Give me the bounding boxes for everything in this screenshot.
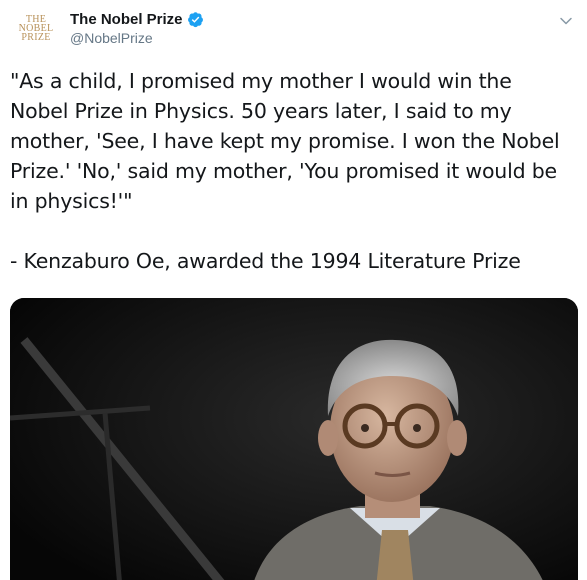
avatar[interactable]: THE NOBEL PRIZE — [14, 10, 58, 46]
display-name[interactable]: The Nobel Prize — [70, 11, 183, 28]
tweet-text: "As a child, I promised my mother I woul… — [10, 69, 560, 273]
photo-portrait — [10, 298, 578, 580]
chevron-down-icon[interactable] — [559, 14, 573, 28]
tweet: THE NOBEL PRIZE The Nobel Prize @NobelPr… — [0, 0, 587, 580]
tweet-header: THE NOBEL PRIZE The Nobel Prize @NobelPr… — [0, 0, 587, 56]
avatar-text-line: PRIZE — [21, 31, 51, 43]
tweet-photo[interactable] — [10, 298, 578, 580]
verified-badge-icon — [187, 11, 203, 27]
account-handle[interactable]: @NobelPrize — [70, 30, 153, 46]
name-row: The Nobel Prize — [70, 9, 204, 29]
